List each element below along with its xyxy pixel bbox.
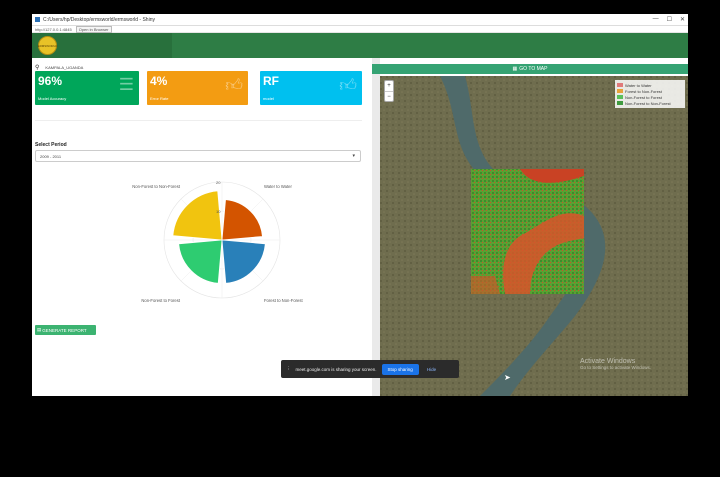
- category-label: Non-Forest to Non-Forest: [132, 184, 181, 189]
- period-select[interactable]: 2009 - 2011 ▾: [35, 150, 361, 162]
- thumbs-up-icon: 👍︎: [339, 76, 357, 95]
- app-header: ERMSWORLD: [32, 33, 688, 58]
- search-icon[interactable]: ⚲: [35, 64, 39, 71]
- legend-swatch: [617, 95, 623, 99]
- window-title: C:/Users/hp/Desktop/ermsworld/ermsworld …: [43, 16, 155, 23]
- legend-swatch: [617, 89, 623, 93]
- legend-label: Forest to Non-Forest: [625, 88, 662, 94]
- chevron-down-icon[interactable]: ▾: [352, 153, 355, 159]
- zoom-in-button[interactable]: +: [385, 81, 393, 91]
- map-view[interactable]: + − Water to Water Forest to Non-Forest No…: [380, 76, 688, 396]
- share-text: meet.google.com is sharing your screen.: [295, 366, 377, 372]
- logo: ERMSWORLD: [38, 36, 57, 55]
- error-label: Error Rate: [150, 96, 169, 101]
- location-label: KAMPALA_UGANDA: [45, 65, 84, 70]
- map-legend: Water to Water Forest to Non-Forest Non-Fo…: [615, 80, 685, 108]
- period-label: Select Period: [35, 142, 67, 148]
- brand-area: ERMSWORLD: [32, 33, 172, 58]
- thumbs-up-icon: 👍︎: [225, 76, 243, 95]
- generate-report-button[interactable]: ▤ GENERATE REPORT: [35, 325, 96, 335]
- screen-share-bar: ⋮ meet.google.com is sharing your screen…: [281, 360, 459, 378]
- model-label: model: [263, 96, 274, 101]
- error-value: 4%: [150, 74, 168, 88]
- polar-wedge: [172, 190, 223, 241]
- divider: [35, 120, 362, 121]
- open-in-browser-button[interactable]: Open in Browser: [75, 25, 112, 33]
- generate-report-label: GENERATE REPORT: [42, 327, 87, 333]
- classification-overlay: [471, 169, 584, 294]
- legend-swatch: [617, 101, 623, 105]
- chart-icon: ▤: [37, 327, 42, 332]
- maximize-icon[interactable]: ☐: [667, 16, 672, 23]
- address-text[interactable]: http://127.0.0.1:4845: [35, 27, 72, 32]
- go-to-map-label: GO TO MAP: [519, 66, 548, 72]
- zoom-control: + −: [384, 80, 394, 102]
- polar-chart: 20 10 Water to Water Forest to Non-Forest No…: [132, 180, 303, 303]
- model-value: RF: [263, 74, 279, 88]
- accuracy-label: Model Accuracy: [38, 96, 67, 101]
- legend-swatch: [617, 83, 623, 87]
- watermark-title: Activate Windows: [580, 358, 636, 365]
- split-handle[interactable]: [372, 58, 380, 396]
- period-selected: 2009 - 2011: [40, 154, 62, 159]
- title-bar: C:/Users/hp/Desktop/ermsworld/ermsworld …: [32, 14, 688, 26]
- accuracy-card: 96% Model Accuracy ☰: [35, 71, 139, 105]
- hide-button[interactable]: Hide: [427, 367, 436, 372]
- accuracy-value: 96%: [38, 74, 63, 88]
- close-icon[interactable]: ✕: [680, 16, 685, 23]
- category-label: Water to Water: [264, 184, 292, 189]
- location-row: ⚲ KAMPALA_UGANDA: [35, 64, 83, 71]
- map-icon: ▦: [512, 66, 518, 72]
- minimize-icon[interactable]: —: [653, 16, 659, 23]
- stop-sharing-button[interactable]: Stop sharing: [381, 363, 419, 375]
- app-window: C:/Users/hp/Desktop/ermsworld/ermsworld …: [32, 14, 688, 396]
- radial-tick-label: 20: [216, 180, 221, 185]
- category-label: Non-Forest to Forest: [141, 298, 180, 303]
- left-panel: ⚲ KAMPALA_UGANDA 96% Model Accuracy ☰ 4%…: [32, 58, 372, 396]
- category-label: Forest to Non-Forest: [264, 298, 303, 303]
- legend-label: Non-Forest to Forest: [625, 94, 662, 100]
- window-controls: — ☐ ✕: [653, 16, 685, 23]
- address-bar: http://127.0.0.1:4845 Open in Browser: [32, 25, 688, 33]
- activate-windows-watermark: Activate Windows Go to Settings to activ…: [580, 358, 651, 370]
- legend-label: Water to Water: [625, 82, 652, 88]
- list-icon: ☰: [118, 75, 134, 94]
- drag-handle-icon[interactable]: ⋮: [286, 366, 291, 372]
- satellite-map: [380, 76, 688, 396]
- radial-tick-label: 10: [216, 209, 221, 214]
- error-card: 4% Error Rate 👍︎: [147, 71, 248, 105]
- legend-label: Non-Forest to Non-Forest: [625, 100, 671, 106]
- model-card: RF model 👍︎: [260, 71, 362, 105]
- mouse-cursor: ➤: [504, 373, 511, 382]
- zoom-out-button[interactable]: −: [385, 91, 393, 101]
- rstudio-icon: [35, 17, 40, 22]
- go-to-map-button[interactable]: ▦ GO TO MAP: [372, 64, 688, 74]
- legend-item: Non-Forest to Non-Forest: [617, 100, 683, 106]
- watermark-subtitle: Go to Settings to activate Windows.: [580, 365, 652, 370]
